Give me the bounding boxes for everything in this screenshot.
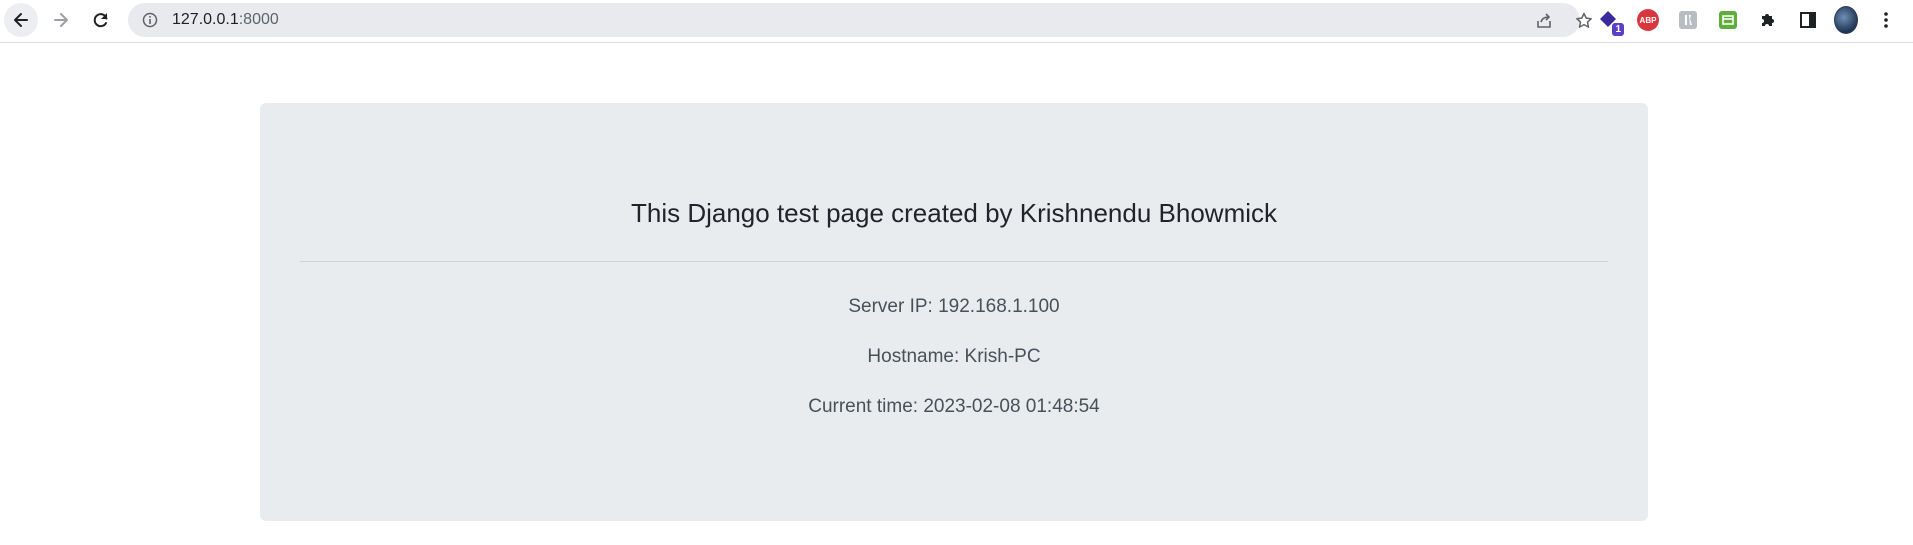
puzzle-icon [1762,14,1774,26]
hostname: Hostname: Krish-PC [867,346,1041,367]
page-title: This Django test page created by Krishne… [630,198,1277,228]
adblock-plus-icon: ABP [1637,9,1659,31]
current-time: Current time: 2023-02-08 01:48:54 [808,396,1100,417]
arrow-right-icon [54,13,68,27]
address-bar[interactable]: 127.0.0.1:8000 [128,3,1592,37]
extension-badge-count: 1 [1612,23,1624,36]
green-box-icon [1719,11,1737,29]
adblock-plus-button[interactable]: ABP [1636,8,1660,32]
avatar [1834,6,1858,34]
url-host: 127.0.0.1 [172,11,239,28]
url-text[interactable]: 127.0.0.1:8000 [172,11,279,29]
url-port: :8000 [238,11,279,28]
reload-button[interactable] [84,3,118,37]
share-icon[interactable] [1534,11,1554,31]
bookmark-star-icon[interactable] [1574,11,1594,31]
jumbotron: This Django test page created by Krishne… [260,103,1648,521]
reload-icon [93,13,108,28]
arrow-left-icon [14,13,28,27]
forward-button[interactable] [44,3,78,37]
info-icon[interactable] [142,12,158,28]
extension-green-button[interactable] [1716,8,1740,32]
browser-menu-button[interactable] [1874,8,1898,32]
profile-button[interactable] [1834,6,1858,34]
server-ip: Server IP: 192.168.1.100 [848,296,1060,317]
extension-badge-button[interactable]: 1 [1596,8,1624,36]
divider [300,261,1608,262]
more-vertical-icon [1884,12,1888,28]
side-panel-button[interactable] [1796,8,1820,32]
extensions-menu-button[interactable] [1756,8,1780,32]
side-panel-icon [1800,12,1816,28]
puzzle-gray-icon [1679,11,1697,29]
back-button[interactable] [4,3,38,37]
extension-gray-button[interactable] [1676,8,1700,32]
browser-toolbar: 127.0.0.1:8000 1 ABP [0,0,1913,43]
